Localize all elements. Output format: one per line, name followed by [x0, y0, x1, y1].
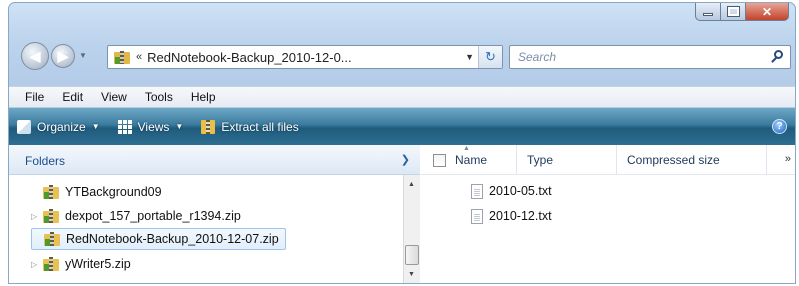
tree-expander-icon[interactable]: ▷ — [31, 260, 41, 269]
address-path[interactable]: RedNotebook-Backup_2010-12-0... — [147, 50, 352, 65]
views-icon — [117, 119, 132, 134]
help-icon[interactable]: ? — [772, 119, 787, 134]
refresh-button[interactable]: ↻ — [478, 46, 502, 68]
maximize-icon — [726, 6, 740, 17]
sort-ascending-icon: ▲ — [463, 145, 470, 152]
command-toolbar: Organize ▼ Views ▼ Extract all files ? — [9, 108, 795, 145]
more-columns-chevron[interactable]: » — [785, 153, 791, 165]
search-input[interactable]: Search — [518, 50, 556, 64]
tree-item-label: RedNotebook-Backup_2010-12-07.zip — [66, 232, 279, 246]
text-file-icon — [471, 183, 483, 199]
column-compressed-size[interactable]: Compressed size — [617, 145, 767, 175]
zip-folder-icon — [43, 185, 59, 199]
menu-help[interactable]: Help — [191, 90, 216, 104]
close-icon: ✕ — [761, 4, 773, 19]
tree-item-selected[interactable]: RedNotebook-Backup_2010-12-07.zip — [31, 228, 286, 250]
recent-pages-dropdown[interactable]: ▼ — [79, 51, 87, 60]
menu-tools[interactable]: Tools — [145, 90, 173, 104]
file-list-pane: ▲ Name Type Compressed size » 2010-05.tx… — [421, 145, 795, 283]
file-row[interactable]: 2010-05.txt — [471, 180, 552, 202]
minimize-button[interactable] — [695, 3, 721, 21]
navigation-bar: ◀ ▶ ▼ « RedNotebook-Backup_2010-12-0... … — [15, 41, 791, 71]
organize-label: Organize — [37, 119, 86, 134]
search-icon[interactable] — [770, 50, 784, 64]
address-overflow-chevron[interactable]: « — [136, 51, 142, 63]
select-all-checkbox[interactable] — [433, 154, 446, 167]
forward-arrow-icon: ▶ — [57, 47, 69, 64]
text-file-icon — [471, 208, 483, 224]
menu-edit[interactable]: Edit — [62, 90, 83, 104]
column-compressed-size-label: Compressed size — [627, 153, 720, 167]
forward-button[interactable]: ▶ — [51, 44, 75, 68]
close-button[interactable]: ✕ — [746, 3, 789, 21]
extract-label: Extract all files — [221, 119, 299, 134]
menu-bar: File Edit View Tools Help — [9, 86, 795, 107]
content-area: Folders ❯ YTBackground09 ▷ dexpot_157_po… — [9, 145, 795, 283]
tree-item[interactable]: ▷ yWriter5.zip — [31, 253, 131, 275]
column-name[interactable]: ▲ Name — [421, 145, 517, 175]
chevron-down-icon[interactable]: ❯ — [401, 153, 410, 166]
navigation-pane: Folders ❯ YTBackground09 ▷ dexpot_157_po… — [9, 145, 420, 283]
maximize-button[interactable] — [721, 3, 746, 21]
column-type[interactable]: Type — [517, 145, 617, 175]
tree-item-label: YTBackground09 — [65, 185, 162, 199]
scrollbar-thumb[interactable] — [405, 245, 419, 265]
scroll-up-icon[interactable]: ▲ — [408, 181, 415, 188]
chevron-down-icon: ▼ — [175, 122, 184, 131]
tree-expander-icon[interactable]: ▷ — [31, 212, 41, 221]
refresh-icon: ↻ — [485, 49, 496, 64]
tree-item[interactable]: ▷ dexpot_157_portable_r1394.zip — [31, 205, 241, 227]
views-label: Views — [137, 119, 170, 134]
file-row[interactable]: 2010-12.txt — [471, 205, 552, 227]
organize-button[interactable]: Organize ▼ — [17, 119, 100, 134]
zip-folder-icon — [43, 209, 59, 223]
minimize-icon — [703, 13, 713, 16]
column-name-label: Name — [455, 153, 488, 167]
column-header-row: ▲ Name Type Compressed size » — [421, 145, 795, 175]
extract-zip-icon — [201, 119, 216, 134]
explorer-window: ✕ ◀ ▶ ▼ « RedNotebook-Backup_2010-12-0..… — [8, 2, 796, 284]
zip-folder-icon — [114, 50, 130, 64]
views-button[interactable]: Views ▼ — [117, 119, 184, 134]
column-type-label: Type — [527, 153, 554, 167]
organize-icon — [17, 119, 31, 134]
tree-item[interactable]: YTBackground09 — [31, 181, 162, 203]
window-controls: ✕ — [695, 3, 789, 21]
search-box[interactable]: Search — [509, 45, 791, 69]
folders-label: Folders — [25, 154, 66, 168]
address-dropdown-icon[interactable]: ▼ — [465, 52, 474, 62]
back-arrow-icon: ◀ — [29, 47, 41, 64]
file-name: 2010-12.txt — [489, 209, 552, 223]
vertical-scrollbar[interactable]: ▲ ▼ — [403, 175, 420, 283]
scroll-down-icon[interactable]: ▼ — [408, 271, 415, 278]
back-button[interactable]: ◀ — [21, 42, 49, 70]
tree-item-label: dexpot_157_portable_r1394.zip — [65, 209, 241, 223]
extract-all-files-button[interactable]: Extract all files — [201, 119, 299, 134]
tree-item-label: yWriter5.zip — [65, 257, 131, 271]
zip-folder-icon — [43, 257, 59, 271]
menu-file[interactable]: File — [25, 90, 44, 104]
folders-header[interactable]: Folders ❯ — [9, 145, 420, 175]
menu-view[interactable]: View — [101, 90, 127, 104]
file-name: 2010-05.txt — [489, 184, 552, 198]
zip-folder-icon — [44, 232, 60, 246]
chevron-down-icon: ▼ — [91, 122, 100, 131]
address-bar[interactable]: « RedNotebook-Backup_2010-12-0... ▼ ↻ — [107, 45, 503, 69]
